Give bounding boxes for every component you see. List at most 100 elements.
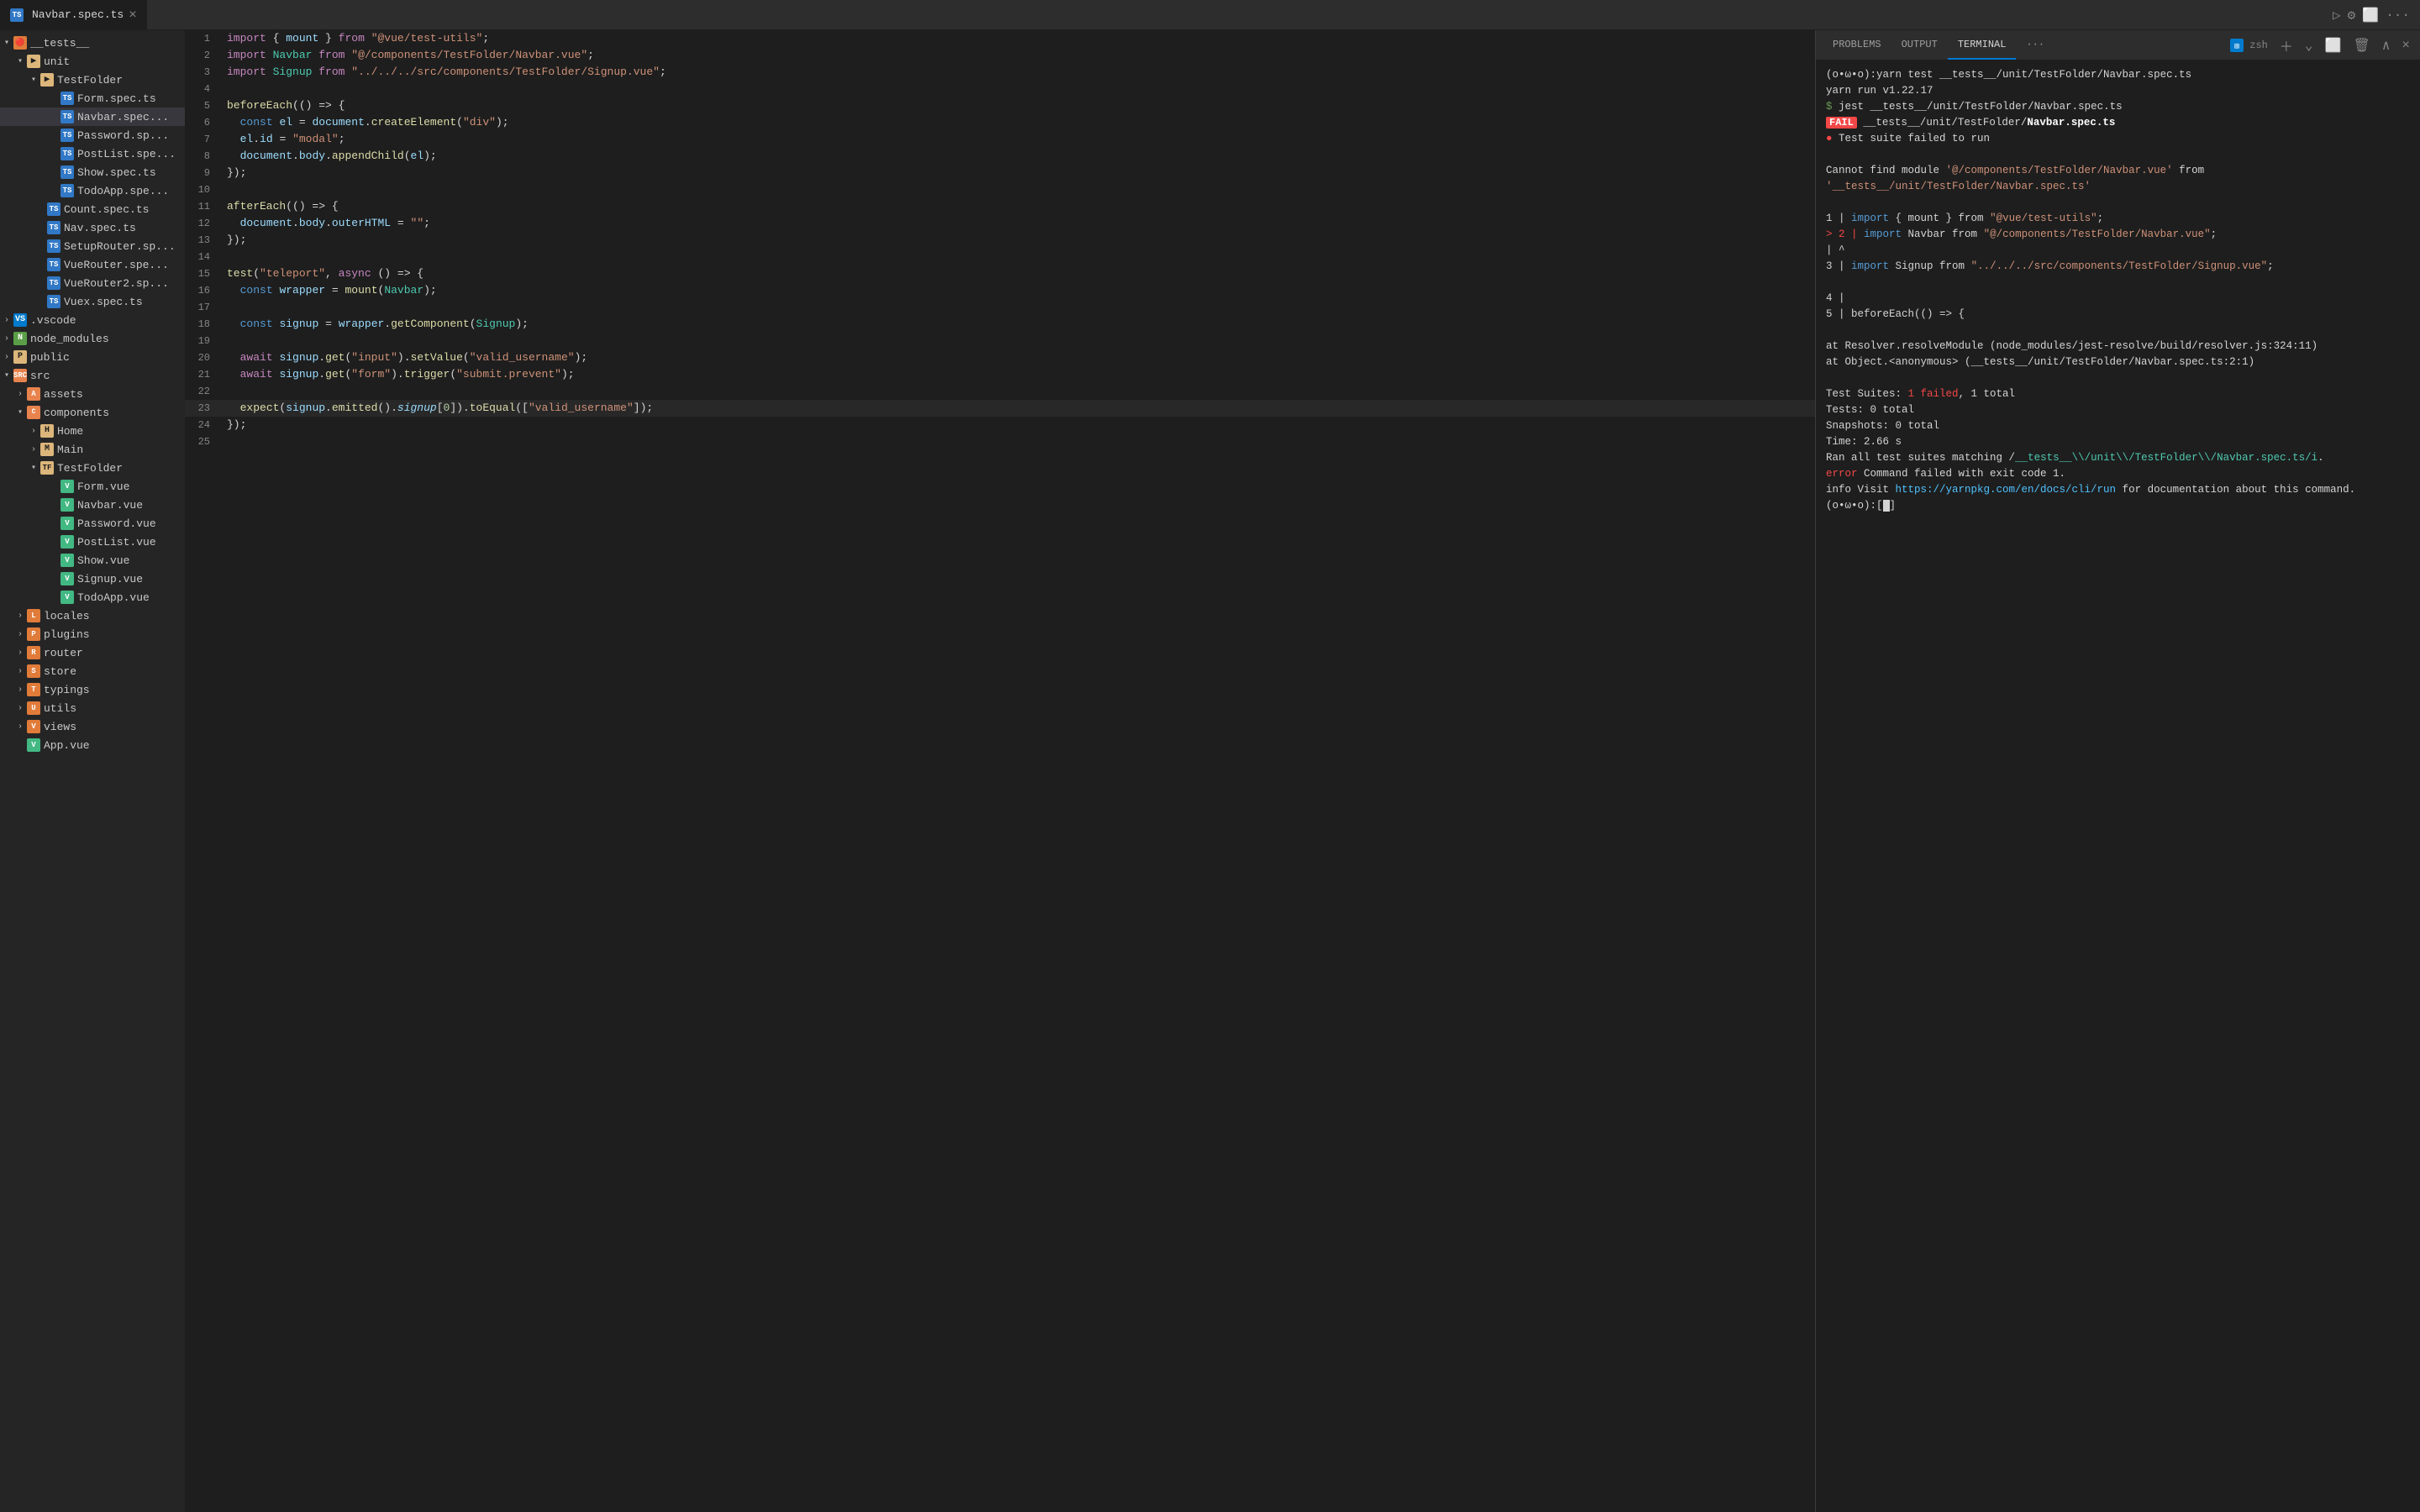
code-line-5: 5 beforeEach(() => { [185, 97, 1815, 114]
maximize-icon[interactable]: ⬜ [2322, 35, 2345, 55]
code-line-22: 22 [185, 383, 1815, 400]
sidebar-item-home[interactable]: › H Home [0, 422, 185, 440]
sidebar-item-src[interactable]: ▾ SRC src [0, 366, 185, 385]
chevron-down-icon: ▾ [27, 75, 40, 85]
sidebar-item-todoapp-vue[interactable]: ▾ V TodoApp.vue [0, 588, 185, 606]
sidebar-item-navbar-spec[interactable]: ▾ TS Navbar.spec... [0, 108, 185, 126]
trash-icon[interactable]: 🗑 [2349, 35, 2373, 55]
chevron-right-icon: › [13, 612, 27, 621]
sidebar-item-views[interactable]: › V views [0, 717, 185, 736]
sidebar-item-testfolder[interactable]: ▾ ▶ TestFolder [0, 71, 185, 89]
terminal-blank-5 [1826, 370, 2410, 386]
sidebar-item-vuerouter2-spec[interactable]: ▾ TS VueRouter2.sp... [0, 274, 185, 292]
testfolder-src-label: TestFolder [57, 462, 185, 475]
code-line-19: 19 [185, 333, 1815, 349]
sidebar-item-show-vue[interactable]: ▾ V Show.vue [0, 551, 185, 570]
sidebar-item-unit[interactable]: ▾ ▶ unit [0, 52, 185, 71]
home-label: Home [57, 425, 185, 438]
sidebar-item-setuprouter-spec[interactable]: ▾ TS SetupRouter.sp... [0, 237, 185, 255]
chevron-down-icon: ▾ [27, 463, 40, 473]
sidebar-item-todoapp-spec[interactable]: ▾ TS TodoApp.spe... [0, 181, 185, 200]
sidebar-item-signup-vue[interactable]: ▾ V Signup.vue [0, 570, 185, 588]
tab-more[interactable]: ··· [2016, 30, 2054, 60]
sidebar-item-main[interactable]: › M Main [0, 440, 185, 459]
chevron-up-icon[interactable]: ∧ [2379, 35, 2394, 55]
sidebar-item-node-modules[interactable]: › N node_modules [0, 329, 185, 348]
postlist-spec-label: PostList.spe... [77, 148, 185, 160]
debug-icon[interactable]: ⚙ [2348, 7, 2356, 24]
vue-icon: V [27, 738, 40, 752]
sidebar-item-postlist-vue[interactable]: ▾ V PostList.vue [0, 533, 185, 551]
code-line-18: 18 const signup = wrapper.getComponent(S… [185, 316, 1815, 333]
password-vue-label: Password.vue [77, 517, 185, 530]
utils-label: utils [44, 702, 185, 715]
tab-output[interactable]: OUTPUT [1891, 30, 1948, 60]
sidebar-item-utils[interactable]: › U utils [0, 699, 185, 717]
navbar-spec-tab[interactable]: TS Navbar.spec.ts × [0, 0, 148, 29]
sidebar-item-show-spec[interactable]: ▾ TS Show.spec.ts [0, 163, 185, 181]
sidebar-item-app-vue[interactable]: ▾ V App.vue [0, 736, 185, 754]
code-lines: 1 import { mount } from "@vue/test-utils… [185, 30, 1815, 450]
sidebar-item-vuex-spec[interactable]: ▾ TS Vuex.spec.ts [0, 292, 185, 311]
testfolder-icon: ▶ [40, 73, 54, 87]
code-editor[interactable]: 1 import { mount } from "@vue/test-utils… [185, 30, 1815, 1512]
unit-folder-label: unit [44, 55, 185, 68]
terminal-line-time: Time: 2.66 s [1826, 434, 2410, 450]
sidebar-item-vuerouter-spec[interactable]: ▾ TS VueRouter.spe... [0, 255, 185, 274]
sidebar-item-vscode[interactable]: › VS .vscode [0, 311, 185, 329]
sidebar-item-public[interactable]: › P public [0, 348, 185, 366]
ts-icon: TS [60, 165, 74, 179]
sidebar-item-typings[interactable]: › T typings [0, 680, 185, 699]
vue-icon: V [60, 591, 74, 604]
terminal-list-icon[interactable]: ⌄ [2302, 35, 2317, 55]
sidebar-item-form-spec[interactable]: ▾ TS Form.spec.ts [0, 89, 185, 108]
public-icon: P [13, 350, 27, 364]
ts-icon: TS [60, 184, 74, 197]
tab-terminal[interactable]: TERMINAL [1948, 30, 2017, 60]
tab-close-button[interactable]: × [129, 8, 137, 22]
split-editor-icon[interactable]: ⬜ [2362, 7, 2379, 24]
code-line-20: 20 await signup.get("input").setValue("v… [185, 349, 1815, 366]
code-line-24: 24 }); [185, 417, 1815, 433]
vscode-label: .vscode [30, 314, 185, 327]
chevron-down-icon: ▾ [13, 407, 27, 417]
sidebar-item-tests[interactable]: ▾ 🔴 __tests__ [0, 34, 185, 52]
unit-folder-icon: ▶ [27, 55, 40, 68]
code-line-12: 12 document.body.outerHTML = ""; [185, 215, 1815, 232]
vue-icon: V [60, 535, 74, 549]
sidebar-item-router[interactable]: › R router [0, 643, 185, 662]
terminal-line-resolver: at Resolver.resolveModule (node_modules/… [1826, 339, 2410, 354]
plugins-icon: P [27, 627, 40, 641]
sidebar-item-password-spec[interactable]: ▾ TS Password.sp... [0, 126, 185, 144]
sidebar-item-count-spec[interactable]: ▾ TS Count.spec.ts [0, 200, 185, 218]
terminal-line-ran-all: Ran all test suites matching /__tests__\… [1826, 450, 2410, 466]
ts-icon: TS [47, 239, 60, 253]
tab-problems[interactable]: PROBLEMS [1823, 30, 1891, 60]
code-line-21: 21 await signup.get("form").trigger("sub… [185, 366, 1815, 383]
vuerouter2-spec-label: VueRouter2.sp... [64, 277, 185, 290]
sidebar-item-password-vue[interactable]: ▾ V Password.vue [0, 514, 185, 533]
form-vue-label: Form.vue [77, 480, 185, 493]
close-panel-icon[interactable]: × [2398, 36, 2413, 55]
chevron-right-icon: › [13, 722, 27, 732]
terminal-line-tests: Tests: 0 total [1826, 402, 2410, 418]
tab-action-bar: ▷ ⚙ ⬜ ··· [2333, 7, 2420, 24]
sidebar-item-plugins[interactable]: › P plugins [0, 625, 185, 643]
sidebar-item-nav-spec[interactable]: ▾ TS Nav.spec.ts [0, 218, 185, 237]
code-line-23: 23 expect(signup.emitted().signup[0]).to… [185, 400, 1815, 417]
more-actions-icon[interactable]: ··· [2386, 8, 2410, 23]
sidebar-item-locales[interactable]: › L locales [0, 606, 185, 625]
terminal-line-suite-failed: ● Test suite failed to run [1826, 131, 2410, 147]
code-line-10: 10 [185, 181, 1815, 198]
sidebar-item-navbar-vue[interactable]: ▾ V Navbar.vue [0, 496, 185, 514]
sidebar-item-components[interactable]: ▾ C components [0, 403, 185, 422]
sidebar-item-form-vue[interactable]: ▾ V Form.vue [0, 477, 185, 496]
sidebar-item-postlist-spec[interactable]: ▾ TS PostList.spe... [0, 144, 185, 163]
sidebar-item-store[interactable]: › S store [0, 662, 185, 680]
add-terminal-icon[interactable]: ＋ [2276, 34, 2296, 57]
sidebar-item-assets[interactable]: › A assets [0, 385, 185, 403]
run-icon[interactable]: ▷ [2333, 7, 2341, 24]
ts-icon: TS [60, 129, 74, 142]
sidebar-item-testfolder-src[interactable]: ▾ TF TestFolder [0, 459, 185, 477]
store-icon: S [27, 664, 40, 678]
